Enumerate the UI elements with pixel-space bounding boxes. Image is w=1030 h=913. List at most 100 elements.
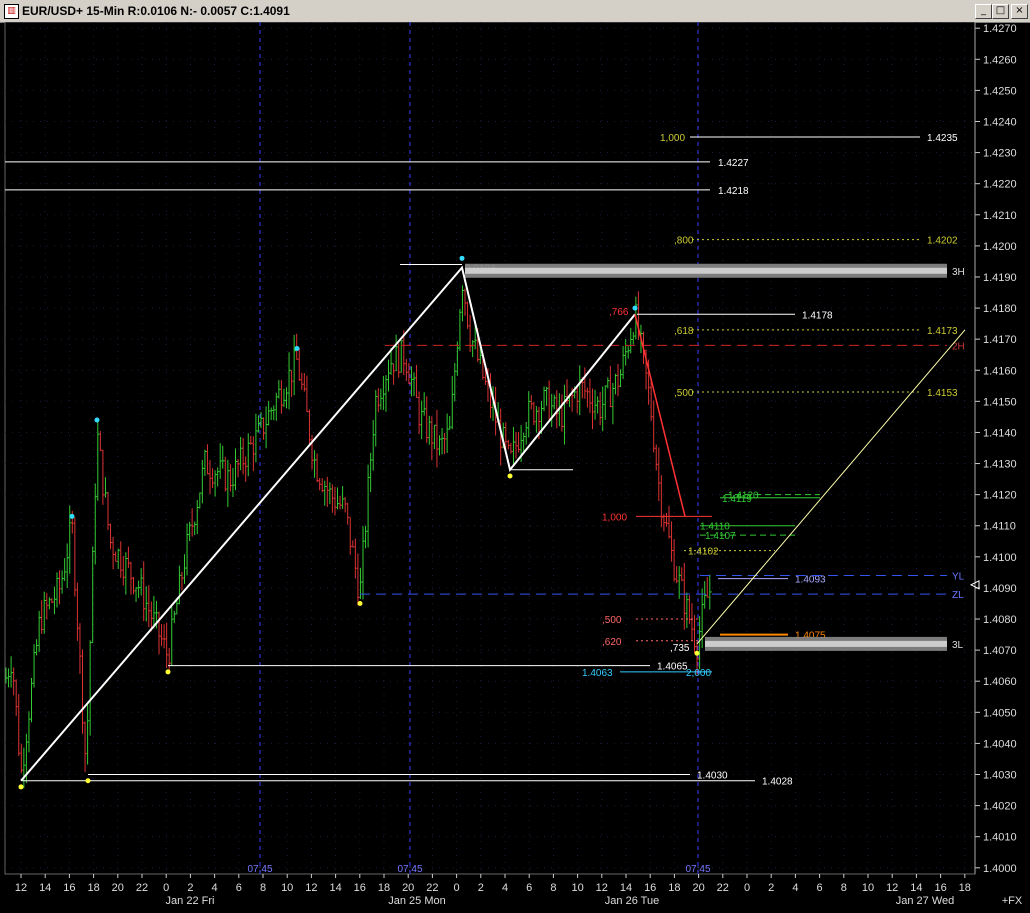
swing-high-dot: [459, 255, 465, 261]
pivot-band-label: 3L: [952, 640, 964, 651]
x-tick-label: 0: [163, 882, 169, 894]
day-label: Jan 26 Tue: [605, 895, 659, 907]
price-level-label: 1.4202: [927, 236, 958, 247]
x-tick-label: 8: [260, 882, 266, 894]
day-label: Jan 27 Wed: [896, 895, 955, 907]
minimize-button[interactable]: _: [975, 4, 992, 19]
price-chart[interactable]: 1.4227 1.4218 1.4235 1.4202 1.4178 1.4173 1.41…: [0, 22, 1030, 913]
swing-low-dot: [18, 784, 24, 790]
fib-label: ,800: [674, 236, 694, 247]
swing-high-dot: [294, 345, 300, 351]
x-tick-label: 20: [112, 882, 124, 894]
y-tick-label: 1.4040: [983, 738, 1017, 750]
x-tick-label: 20: [402, 882, 414, 894]
y-tick-label: 1.4090: [983, 583, 1017, 595]
fib-label: ,766: [609, 307, 629, 318]
y-tick-label: 1.4190: [983, 272, 1017, 284]
price-level-label: 1.4028: [762, 777, 793, 788]
x-tick-label: 2: [768, 882, 774, 894]
x-tick-label: 20: [692, 882, 704, 894]
y-tick-label: 1.4210: [983, 210, 1017, 222]
price-level-label: 1.4173: [927, 326, 958, 337]
swing-low-dot: [357, 600, 363, 606]
x-tick-label: 6: [817, 882, 823, 894]
y-tick-label: 1.4260: [983, 54, 1017, 66]
y-tick-label: 1.4000: [983, 863, 1017, 875]
y-tick-label: 1.4250: [983, 85, 1017, 97]
x-tick-label: 4: [502, 882, 508, 894]
x-tick-label: 16: [644, 882, 656, 894]
pivot-line-label: YL: [952, 571, 965, 582]
day-label: Jan 22 Fri: [166, 895, 215, 907]
price-level-label: 1.4218: [718, 186, 749, 197]
x-tick-label: 22: [426, 882, 438, 894]
x-tick-label: 4: [792, 882, 798, 894]
x-tick-label: 12: [596, 882, 608, 894]
x-tick-label: 0: [744, 882, 750, 894]
x-tick-label: 10: [281, 882, 293, 894]
swing-high-dot: [632, 305, 638, 311]
y-tick-label: 1.4130: [983, 459, 1017, 471]
x-tick-label: 14: [910, 882, 922, 894]
x-tick-label: 22: [136, 882, 148, 894]
y-tick-label: 1.4170: [983, 334, 1017, 346]
y-tick-label: 1.4030: [983, 769, 1017, 781]
day-label: Jan 25 Mon: [388, 895, 445, 907]
x-tick-label: 14: [39, 882, 51, 894]
y-tick-label: 1.4180: [983, 303, 1017, 315]
session-label: 07:45: [397, 864, 422, 875]
y-tick-label: 1.4230: [983, 148, 1017, 160]
window-title: EUR/USD+ 15-Min R:0.0106 N:- 0.0057 C:1.…: [22, 4, 290, 18]
chart-window-icon[interactable]: ▥: [4, 4, 19, 19]
fib-label: ,620: [602, 637, 622, 648]
swing-low-dot: [694, 650, 700, 656]
chart-grid: [4, 22, 976, 875]
session-label: 07:45: [685, 864, 710, 875]
title-bar[interactable]: ▥ EUR/USD+ 15-Min R:0.0106 N:- 0.0057 C:…: [0, 0, 1030, 23]
maximize-button[interactable]: □: [992, 4, 1009, 19]
fib-label: ,500: [674, 388, 694, 399]
x-tick-label: 14: [620, 882, 632, 894]
price-level-label: 1.4030: [697, 770, 728, 781]
swing-high-dot: [69, 513, 75, 519]
x-tick-label: 12: [305, 882, 317, 894]
price-level-label: 1.4065: [657, 662, 688, 673]
swing-low-dot: [507, 473, 513, 479]
x-tick-label: 6: [526, 882, 532, 894]
fib-label: 1,000: [602, 512, 627, 523]
plot-frame: [4, 22, 976, 875]
pivot-line-label: ZL: [952, 590, 964, 601]
price-level-label: 1.4153: [927, 388, 958, 399]
x-tick-label: 2: [478, 882, 484, 894]
pivot-band-label: 3H: [952, 267, 965, 278]
fib-label: ,500: [602, 615, 622, 626]
swing-low-dot: [165, 669, 171, 675]
y-tick-label: 1.4200: [983, 241, 1017, 253]
x-tick-label: 14: [329, 882, 341, 894]
x-tick-label: 4: [212, 882, 218, 894]
pivot-band-core: [705, 640, 947, 647]
x-tick-label: 16: [354, 882, 366, 894]
x-tick-label: 22: [717, 882, 729, 894]
x-tick-label: 18: [378, 882, 390, 894]
fib-label: ,618: [674, 326, 694, 337]
y-tick-label: 1.4270: [983, 23, 1017, 35]
y-tick-label: 1.4010: [983, 832, 1017, 844]
y-tick-label: 1.4080: [983, 614, 1017, 626]
price-level-label: 1.4063: [582, 668, 613, 679]
close-button[interactable]: ×: [1011, 4, 1028, 19]
price-level-label: 1.4227: [718, 158, 749, 169]
y-tick-label: 1.4120: [983, 490, 1017, 502]
x-tick-label: 16: [934, 882, 946, 894]
y-tick-label: 1.4050: [983, 707, 1017, 719]
y-tick-label: 1.4150: [983, 396, 1017, 408]
price-level-label: 1.4093: [795, 575, 826, 586]
price-level-label: 1.4102: [688, 547, 719, 558]
session-label: 07:45: [247, 864, 272, 875]
swing-low-dot: [85, 778, 91, 784]
fib-label: 1,000: [660, 133, 685, 144]
y-tick-label: 1.4100: [983, 552, 1017, 564]
price-level-label: 1.4178: [802, 310, 833, 321]
x-tick-label: 10: [862, 882, 874, 894]
pivot-band-core: [465, 267, 947, 274]
